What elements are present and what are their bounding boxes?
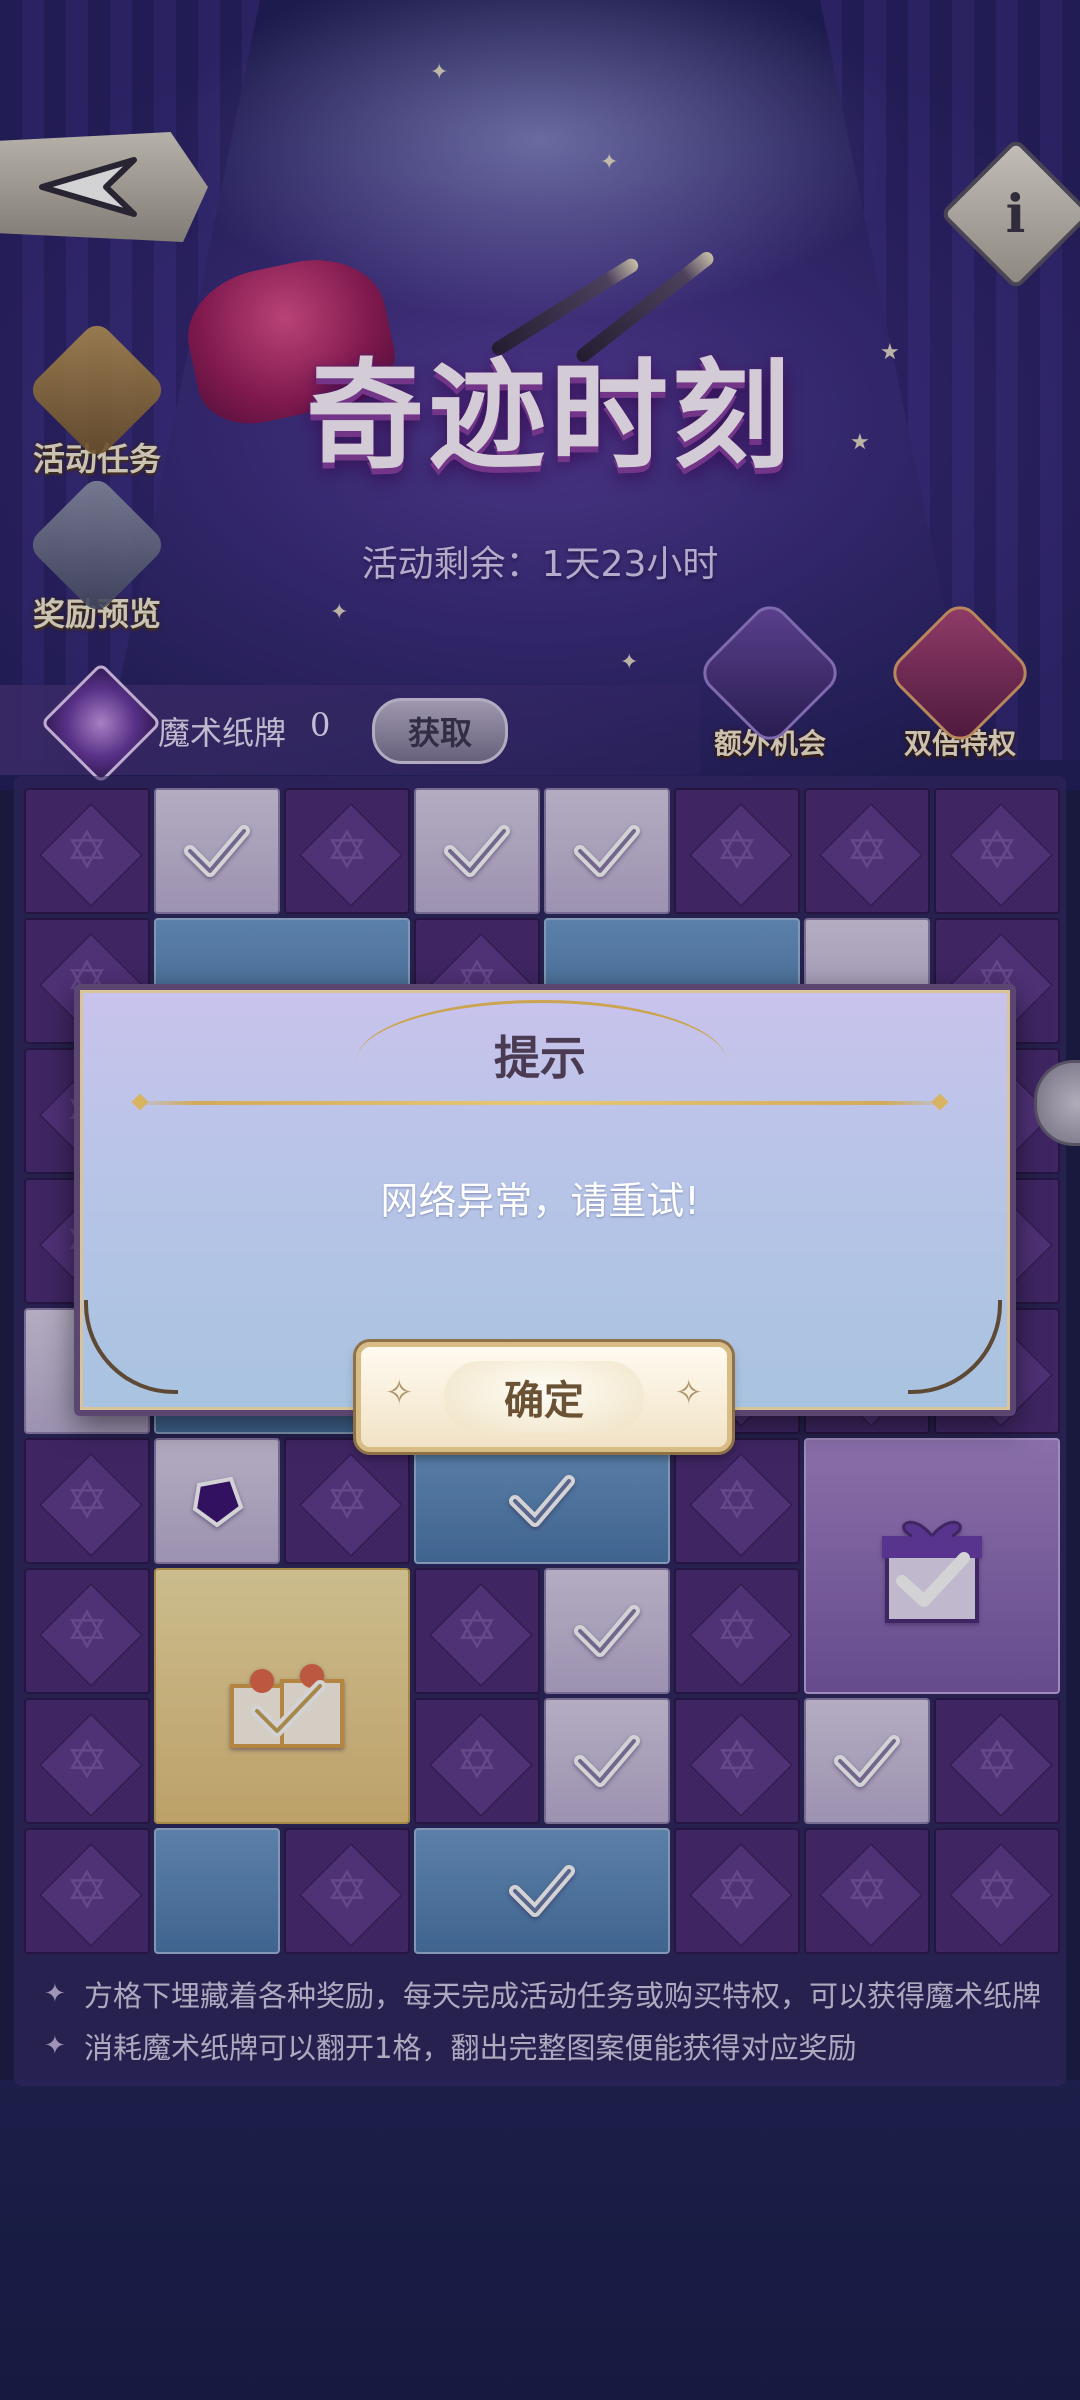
button-ornament-icon: ✧ bbox=[385, 1373, 414, 1413]
button-ornament-icon: ✧ bbox=[674, 1373, 704, 1413]
confirm-button[interactable]: ✧ 确定 ✧ bbox=[356, 1342, 732, 1452]
confirm-button-label: 确定 bbox=[444, 1361, 644, 1433]
dialog-divider bbox=[130, 1101, 950, 1105]
dialog-message: 网络异常，请重试! bbox=[380, 1179, 700, 1223]
dialog-title: 提示 bbox=[494, 1031, 586, 1085]
